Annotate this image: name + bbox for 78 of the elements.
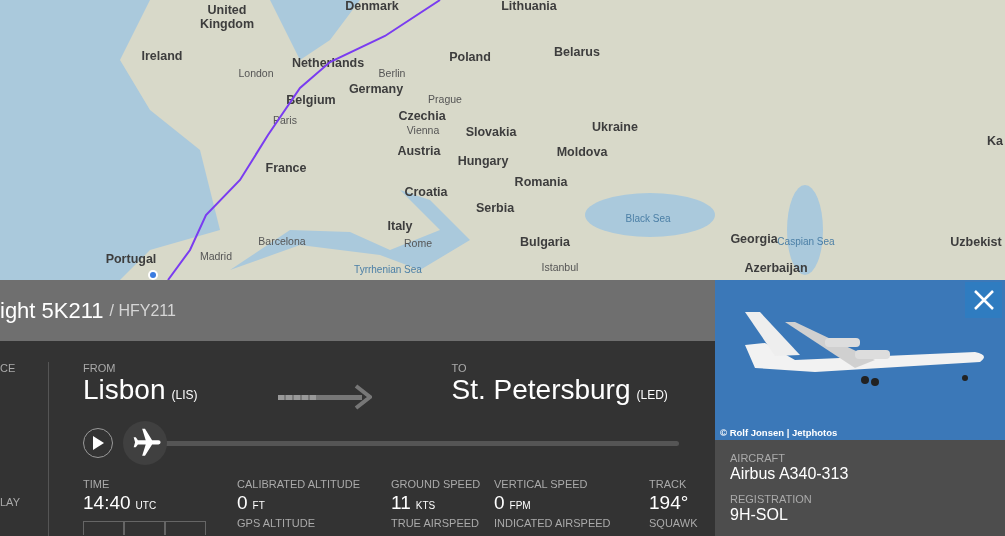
section-label: LAY bbox=[0, 496, 21, 508]
progress-handle[interactable] bbox=[123, 421, 167, 465]
stat-label: SQUAWK bbox=[649, 517, 699, 529]
stat-label: CALIBRATED ALTITUDE bbox=[237, 478, 362, 490]
map-label: Vienna bbox=[406, 124, 440, 136]
map-label: Poland bbox=[449, 50, 491, 64]
destination-city: St. Petersburg bbox=[451, 374, 631, 406]
map-label: Slovakia bbox=[465, 125, 517, 139]
airport-marker-icon bbox=[148, 270, 158, 280]
map-label: Denmark bbox=[345, 0, 399, 13]
stat-value: 194° bbox=[649, 492, 689, 514]
map-label: Serbia bbox=[475, 201, 515, 215]
stat-label: TIME bbox=[83, 478, 111, 490]
map-label: Uzbekist bbox=[950, 235, 1002, 249]
close-button[interactable] bbox=[965, 282, 1002, 318]
origin-code: (LIS) bbox=[171, 388, 198, 402]
stat-value: 0 bbox=[237, 492, 248, 514]
info-value: 9H-SOL bbox=[730, 506, 789, 524]
stat-label: VERTICAL SPEED bbox=[494, 478, 589, 490]
stat-label: INDICATED AIRSPEED bbox=[494, 517, 612, 529]
map-label: Portugal bbox=[105, 252, 157, 266]
map-label: Italy bbox=[387, 219, 413, 233]
map-label: Lithuania bbox=[501, 0, 557, 13]
map-label: Rome bbox=[404, 237, 432, 249]
map-label: France bbox=[265, 161, 307, 175]
stat-label: GPS ALTITUDE bbox=[237, 517, 317, 529]
map-label: Georgia bbox=[730, 232, 778, 246]
stat-unit: KTS bbox=[415, 500, 436, 511]
flight-title: ight 5K211 bbox=[0, 297, 104, 324]
stat-label: GROUND SPEED bbox=[391, 478, 482, 490]
map-label: Caspian Sea bbox=[777, 237, 835, 247]
destination-code: (LED) bbox=[636, 388, 668, 402]
callsign: / HFY211 bbox=[109, 301, 176, 320]
map-label: Moldova bbox=[556, 145, 608, 159]
time-control-button[interactable] bbox=[124, 521, 165, 535]
time-control-button[interactable] bbox=[83, 521, 124, 535]
info-value: Airbus A340-313 bbox=[730, 465, 850, 483]
stat-value: 0 bbox=[494, 492, 505, 514]
stat-label: TRACK bbox=[649, 478, 688, 490]
info-label: AIRCRAFT bbox=[730, 452, 786, 464]
stat-unit: FT bbox=[252, 500, 265, 511]
map-label: Azerbaijan bbox=[744, 261, 808, 275]
info-label: REGISTRATION bbox=[730, 493, 813, 505]
section-label: CE bbox=[0, 362, 17, 374]
map-label: Hungary bbox=[457, 154, 509, 168]
map-label: Czechia bbox=[398, 109, 446, 123]
stat-unit: UTC bbox=[135, 500, 157, 511]
map-label: Croatia bbox=[404, 185, 448, 199]
stat-value: 14:40 bbox=[83, 492, 131, 514]
map-label: Istanbul bbox=[541, 261, 579, 273]
map-label: Bulgaria bbox=[520, 235, 570, 249]
map-label: Germany bbox=[348, 82, 404, 96]
map-label: Madrid bbox=[199, 250, 233, 262]
origin-city: Lisbon bbox=[83, 374, 166, 406]
map-label: Austria bbox=[397, 144, 441, 158]
stat-unit: FPM bbox=[509, 500, 531, 511]
map-label: Ireland bbox=[141, 49, 183, 63]
route-arrow-icon bbox=[277, 384, 372, 410]
map-label: London bbox=[238, 67, 274, 79]
to-label: TO bbox=[451, 362, 468, 374]
close-icon bbox=[972, 289, 995, 311]
time-control-button[interactable] bbox=[165, 521, 206, 535]
map-label: Ukraine bbox=[592, 120, 638, 134]
map-label: Prague bbox=[428, 93, 462, 105]
map-label: Berlin bbox=[378, 67, 406, 79]
map-label: United bbox=[207, 3, 247, 17]
play-icon bbox=[92, 436, 104, 450]
map-label: Romania bbox=[514, 175, 568, 189]
photo-credit: © Rolf Jonsen | Jetphotos bbox=[720, 427, 838, 438]
map-label: Kingdom bbox=[199, 17, 255, 31]
map-label: Black Sea bbox=[625, 214, 671, 224]
map-label: Ka bbox=[987, 134, 1003, 148]
map-label: Tyrrhenian Sea bbox=[354, 265, 422, 275]
map-label: Barcelona bbox=[258, 235, 306, 247]
from-label: FROM bbox=[83, 362, 117, 374]
map-label: Belarus bbox=[554, 45, 600, 59]
stat-label: TRUE AIRSPEED bbox=[391, 517, 481, 529]
stat-value: 11 bbox=[391, 492, 411, 514]
